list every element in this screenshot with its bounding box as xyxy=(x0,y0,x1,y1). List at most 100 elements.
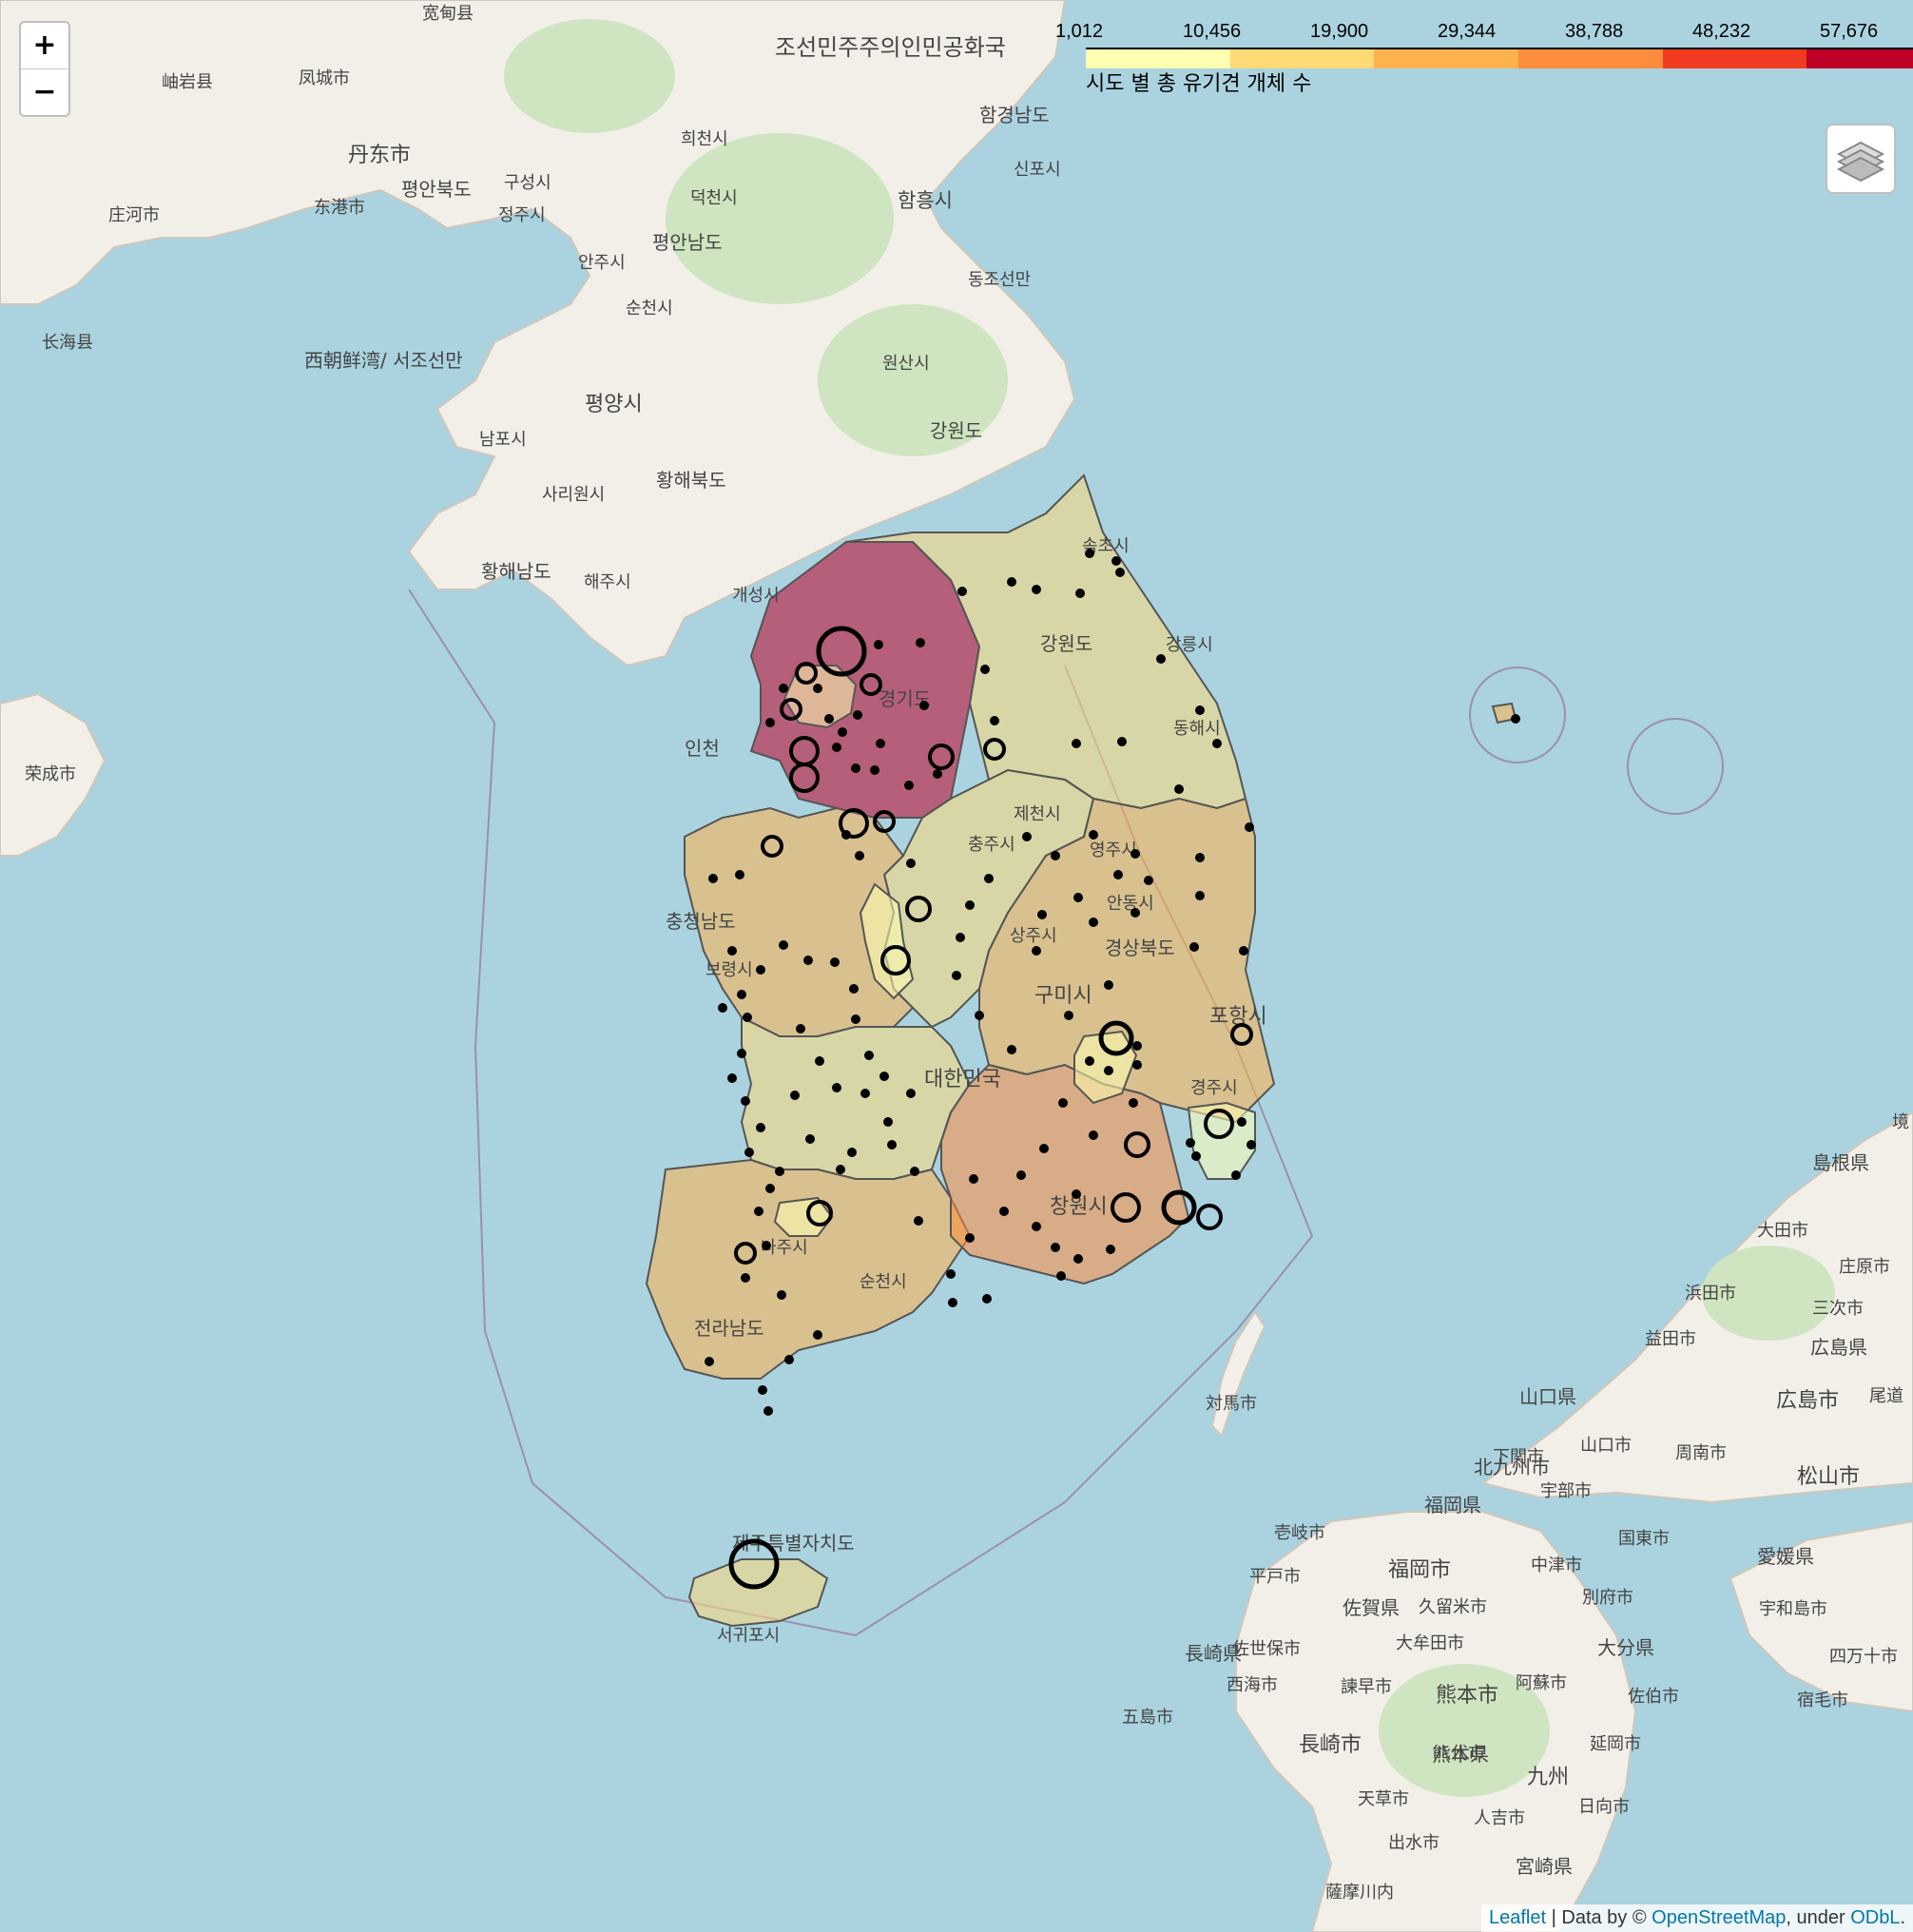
shelter-marker[interactable] xyxy=(1156,654,1166,664)
shelter-marker[interactable] xyxy=(1132,1060,1142,1070)
shelter-marker[interactable] xyxy=(1075,589,1085,598)
shelter-marker[interactable] xyxy=(1032,1222,1041,1231)
shelter-marker[interactable] xyxy=(1089,830,1098,840)
shelter-marker[interactable] xyxy=(735,870,744,879)
shelter-marker[interactable] xyxy=(1037,910,1047,919)
shelter-marker[interactable] xyxy=(718,1003,727,1013)
shelter-marker[interactable] xyxy=(946,1269,956,1279)
shelter-marker[interactable] xyxy=(741,1096,750,1106)
shelter-marker[interactable] xyxy=(1115,568,1125,577)
shelter-marker[interactable] xyxy=(919,701,929,710)
shelter-marker[interactable] xyxy=(1073,1254,1083,1264)
shelter-marker[interactable] xyxy=(933,769,942,779)
shelter-marker[interactable] xyxy=(765,1184,775,1193)
shelter-marker[interactable] xyxy=(906,1089,916,1098)
shelter-marker[interactable] xyxy=(777,1290,786,1300)
shelter-marker[interactable] xyxy=(1130,849,1140,859)
shelter-marker[interactable] xyxy=(765,718,775,727)
shelter-marker[interactable] xyxy=(1212,739,1222,748)
shelter-marker[interactable] xyxy=(1237,1117,1246,1127)
shelter-marker[interactable] xyxy=(1072,1189,1081,1199)
shelter-marker[interactable] xyxy=(803,956,813,965)
shelter-marker[interactable] xyxy=(741,1273,750,1283)
shelter-marker[interactable] xyxy=(1117,737,1127,746)
shelter-marker[interactable] xyxy=(1032,946,1041,956)
shelter-marker[interactable] xyxy=(758,1385,767,1395)
shelter-marker[interactable] xyxy=(965,1233,975,1243)
shelter-marker[interactable] xyxy=(855,851,864,860)
shelter-marker[interactable] xyxy=(813,1330,822,1340)
shelter-marker[interactable] xyxy=(1144,876,1153,885)
shelter-marker[interactable] xyxy=(1231,1170,1241,1180)
shelter-marker[interactable] xyxy=(1016,1170,1026,1180)
shelter-marker[interactable] xyxy=(1189,942,1199,952)
shelter-marker[interactable] xyxy=(883,1117,893,1127)
shelter-marker[interactable] xyxy=(1104,980,1113,990)
shelter-marker[interactable] xyxy=(874,640,883,649)
shelter-marker[interactable] xyxy=(762,1241,771,1250)
shelter-marker[interactable] xyxy=(737,1049,746,1058)
shelter-marker[interactable] xyxy=(824,714,834,724)
shelter-marker[interactable] xyxy=(847,1148,857,1157)
shelter-marker[interactable] xyxy=(1132,1041,1142,1051)
shelter-marker[interactable] xyxy=(705,1357,714,1366)
shelter-marker[interactable] xyxy=(887,1140,897,1150)
shelter-marker[interactable] xyxy=(1056,1271,1066,1281)
shelter-marker[interactable] xyxy=(830,957,840,967)
shelter-marker[interactable] xyxy=(1195,705,1205,715)
shelter-marker[interactable] xyxy=(727,1073,737,1083)
shelter-marker[interactable] xyxy=(876,739,885,748)
shelter-marker[interactable] xyxy=(1051,1243,1060,1252)
shelter-marker[interactable] xyxy=(1032,585,1041,594)
shelter-marker[interactable] xyxy=(860,1089,870,1098)
shelter-marker[interactable] xyxy=(879,1072,889,1081)
shelter-marker[interactable] xyxy=(1073,893,1083,902)
shelter-marker[interactable] xyxy=(1195,853,1205,862)
shelter-marker[interactable] xyxy=(980,665,990,674)
shelter-marker[interactable] xyxy=(756,965,765,975)
shelter-marker[interactable] xyxy=(775,1167,784,1176)
shelter-marker[interactable] xyxy=(1089,1130,1098,1140)
shelter-marker[interactable] xyxy=(1174,784,1184,794)
shelter-marker[interactable] xyxy=(1113,870,1123,879)
shelter-marker[interactable] xyxy=(1191,1151,1201,1161)
zoom-out-button[interactable]: − xyxy=(21,68,68,115)
shelter-marker[interactable] xyxy=(1039,1144,1049,1153)
shelter-marker[interactable] xyxy=(957,587,967,596)
shelter-marker[interactable] xyxy=(779,684,788,693)
shelter-marker[interactable] xyxy=(1511,714,1520,724)
shelter-marker[interactable] xyxy=(990,716,999,725)
shelter-marker[interactable] xyxy=(815,1056,824,1066)
shelter-marker[interactable] xyxy=(1022,832,1032,841)
shelter-marker[interactable] xyxy=(956,933,965,942)
shelter-marker[interactable] xyxy=(851,1014,860,1024)
shelter-marker[interactable] xyxy=(1089,918,1098,927)
shelter-marker[interactable] xyxy=(841,830,851,840)
osm-link[interactable]: OpenStreetMap xyxy=(1652,1907,1786,1928)
shelter-marker[interactable] xyxy=(744,1148,754,1157)
shelter-marker[interactable] xyxy=(906,859,916,868)
shelter-marker[interactable] xyxy=(832,743,841,752)
shelter-marker[interactable] xyxy=(1245,822,1254,832)
layers-control[interactable] xyxy=(1826,124,1896,194)
map-canvas[interactable]: 조선민주주의인민공화국 평양시 함흥시 신포시 개성시 해주시 남포시 원산시 … xyxy=(0,0,1913,1932)
shelter-marker[interactable] xyxy=(975,1011,984,1020)
shelter-marker[interactable] xyxy=(999,1207,1009,1216)
shelter-marker[interactable] xyxy=(763,1406,773,1416)
shelter-marker[interactable] xyxy=(1195,891,1205,900)
shelter-marker[interactable] xyxy=(779,940,788,950)
shelter-marker[interactable] xyxy=(1051,851,1060,860)
odbl-link[interactable]: ODbL xyxy=(1850,1907,1900,1928)
shelter-marker[interactable] xyxy=(864,1051,874,1060)
shelter-marker[interactable] xyxy=(1111,556,1121,566)
shelter-marker[interactable] xyxy=(737,990,746,999)
shelter-marker[interactable] xyxy=(805,1134,815,1144)
shelter-marker[interactable] xyxy=(910,1167,919,1176)
shelter-marker[interactable] xyxy=(1106,1245,1115,1254)
shelter-marker[interactable] xyxy=(796,1024,805,1034)
shelter-marker[interactable] xyxy=(836,1165,845,1174)
zoom-in-button[interactable]: + xyxy=(21,23,68,68)
shelter-marker[interactable] xyxy=(727,946,737,956)
shelter-marker[interactable] xyxy=(851,763,860,773)
shelter-marker[interactable] xyxy=(708,874,718,883)
